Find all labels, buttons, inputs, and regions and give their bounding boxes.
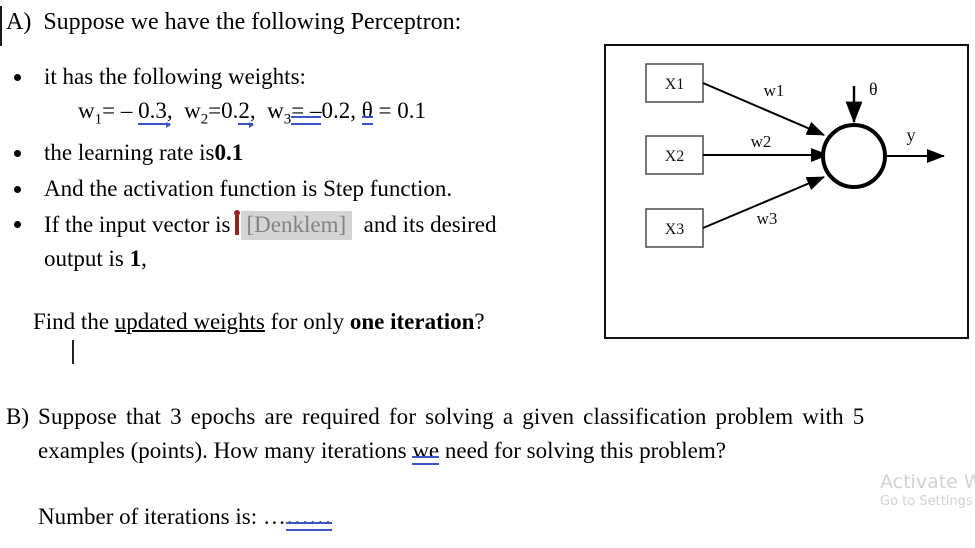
part-b-line2-after: need for solving this problem? [439, 438, 726, 463]
part-b-underlined-word: we [412, 438, 440, 463]
answer-blank-grammar-underline[interactable]: …… [285, 504, 332, 531]
windows-activation-watermark: Activate W Go to Settings [880, 471, 975, 511]
w2-label: w [184, 98, 201, 123]
input-output-suffix: , [141, 246, 147, 271]
question-middle: for only [264, 309, 350, 334]
question-suffix: ? [474, 309, 485, 334]
part-b-marker: B) [6, 404, 29, 429]
question-prefix: Find the [33, 309, 115, 334]
w1-label: w [78, 98, 95, 123]
w3-label: w [267, 98, 284, 123]
w2-equals: =0. [208, 98, 239, 123]
input-box-x1-label: X1 [665, 76, 685, 93]
theta-label: θ [361, 98, 373, 123]
w3-equals-grammar-underline: = – [291, 98, 322, 125]
question-bold-phrase: one iteration [349, 309, 475, 334]
part-b-grammar-underline: we [412, 438, 440, 465]
activation-label: And the activation function is Step func… [44, 176, 453, 201]
perceptron-diagram-svg: X1 X2 X3 w1 w2 w3 θ y [645, 63, 945, 248]
input-box-x2-label: X2 [665, 148, 685, 165]
w1-comma: , [166, 98, 173, 123]
part-b-line2-before: examples (points). How many iterations [38, 438, 413, 463]
part-b-line-2: examples (points). How many iterations w… [38, 438, 726, 465]
weight-label-w1: w1 [764, 81, 785, 100]
answer-blank: …… [285, 504, 332, 529]
input-vector-suffix: and its desired [363, 212, 497, 237]
theta-grammar-underline: θ [361, 98, 373, 125]
learning-rate-value: 0.1 [214, 140, 244, 165]
w3-equals: = [291, 98, 305, 123]
w3-negative: – [304, 98, 322, 123]
part-a-question-line: Find the updated weights for only one it… [33, 310, 485, 333]
answer-label: Number of iterations is: … [38, 504, 286, 529]
input-vector-prefix: If the input vector is [44, 212, 231, 237]
input-vector-line2: output is 1, [44, 246, 147, 272]
bullet-dot-icon [14, 74, 21, 81]
perceptron-diagram-panel: X1 X2 X3 w1 w2 w3 θ y [604, 44, 969, 339]
part-b-line-1: Suppose that 3 epochs are required for s… [38, 404, 865, 429]
bullet-item-weights: it has the following weights: [14, 64, 306, 90]
part-a-heading: A) Suppose we have the following Perceptr… [6, 10, 461, 34]
bullet-dot-icon [14, 221, 21, 228]
weights-equation-line: w1= – 0.3, w2=0.2, w3= – 0.2, θ = 0.1 [78, 99, 426, 128]
theta-equals: = 0.1 [372, 98, 426, 123]
w1-value: 0.3 [138, 98, 167, 123]
equation-field-placeholder[interactable]: [Denklem] [240, 211, 353, 240]
weight-label-w3: w3 [757, 209, 778, 228]
bullet-dot-icon [14, 186, 21, 193]
revision-change-bar [0, 6, 2, 46]
input-output-value: 1 [129, 246, 142, 271]
comment-anchor-icon[interactable] [233, 210, 240, 235]
watermark-title: Activate W [880, 471, 975, 493]
bullet-weights-label: it has the following weights: [44, 64, 306, 89]
bullet-item-input-vector: If the input vector is [Denklem] and its … [14, 210, 497, 271]
w1-subscript: 1 [94, 111, 103, 128]
w1-equals: = – [102, 98, 139, 123]
question-underlined-phrase: updated weights [114, 309, 265, 334]
text-cursor-caret [72, 340, 74, 364]
part-a-heading-text: Suppose we have the following Perceptron… [43, 9, 462, 35]
bullet-item-learning-rate: the learning rate is 0.1 [14, 140, 243, 166]
w3-value: 0.2, [321, 98, 356, 123]
weight-label-w2: w2 [751, 132, 772, 151]
part-a-marker: A) [6, 9, 32, 35]
bullet-dot-icon [14, 150, 21, 157]
learning-rate-prefix: the learning rate is [44, 140, 215, 165]
w1-value-grammar-underline: 0.3 [138, 98, 171, 128]
w2-value: 2 [238, 98, 250, 123]
input-box-x3-label: X3 [665, 221, 685, 238]
w3-subscript: 3 [283, 111, 292, 128]
part-b-answer-line: Number of iterations is: ……… [38, 504, 332, 531]
input-output-prefix: output is [44, 246, 130, 271]
w2-value-grammar-underline: 2 [238, 98, 254, 128]
neuron-node [821, 123, 887, 189]
w2-comma: , [249, 98, 256, 123]
theta-label: θ [869, 79, 878, 99]
watermark-subtitle: Go to Settings [880, 493, 973, 509]
output-label-y: y [907, 125, 916, 145]
bullet-item-activation: And the activation function is Step func… [14, 176, 452, 202]
